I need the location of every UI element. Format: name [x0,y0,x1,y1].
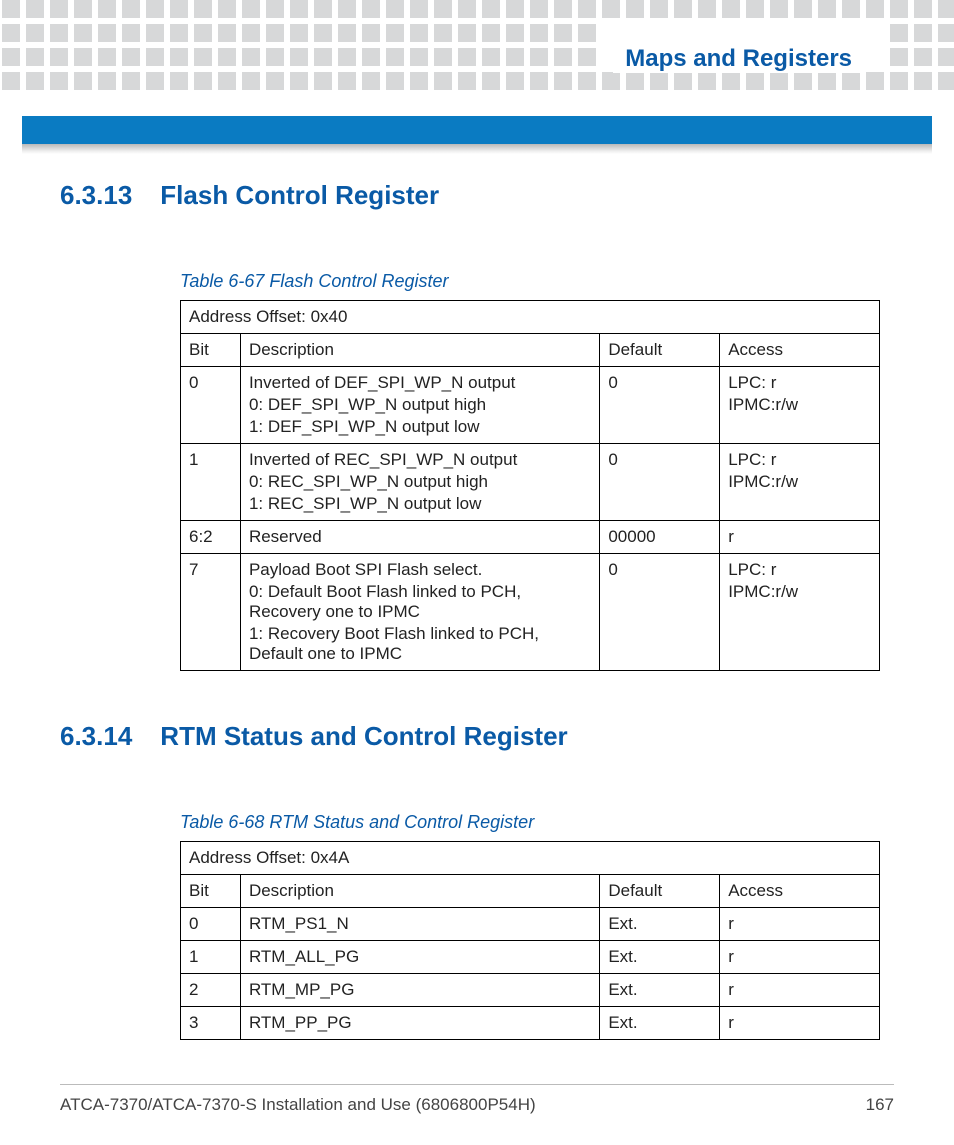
cell-description: Inverted of DEF_SPI_WP_N output 0: DEF_SP… [240,367,599,444]
access-line: IPMC:r/w [728,582,871,602]
table-row: 6:2 Reserved 00000 r [181,521,880,554]
table-row: 1 Inverted of REC_SPI_WP_N output 0: REC_S… [181,444,880,521]
cell-description: Reserved [240,521,599,554]
section-title: RTM Status and Control Register [160,721,567,752]
table-row: 0 RTM_PS1_N Ext. r [181,908,880,941]
header-shadow [22,144,932,154]
access-line: r [728,980,734,999]
th-description: Description [240,334,599,367]
desc-sub: 0: DEF_SPI_WP_N output high [249,395,591,415]
rtm-status-register-table: Address Offset: 0x4A Bit Description Def… [180,841,880,1040]
access-line: IPMC:r/w [728,472,871,492]
footer-doc-title: ATCA-7370/ATCA-7370-S Installation and U… [60,1095,536,1115]
cell-default: 00000 [600,521,720,554]
section-number: 6.3.14 [60,721,132,752]
cell-default: Ext. [600,908,720,941]
header-blue-bar [22,116,932,144]
cell-description: Inverted of REC_SPI_WP_N output 0: REC_SP… [240,444,599,521]
section-number: 6.3.13 [60,180,132,211]
access-line: r [728,1013,734,1032]
table-row: 7 Payload Boot SPI Flash select. 0: Defaul… [181,554,880,671]
cell-bit: 6:2 [181,521,241,554]
th-description: Description [240,875,599,908]
footer-page-number: 167 [866,1095,894,1115]
cell-bit: 1 [181,444,241,521]
section-heading-flash-control: 6.3.13 Flash Control Register [60,180,894,211]
section-heading-rtm-status: 6.3.14 RTM Status and Control Register [60,721,894,752]
address-offset-row: Address Offset: 0x40 [181,301,880,334]
cell-description: RTM_PP_PG [240,1007,599,1040]
table-caption-6-68: Table 6-68 RTM Status and Control Regist… [180,812,894,833]
table-header-row: Bit Description Default Access [181,875,880,908]
flash-control-register-table: Address Offset: 0x40 Bit Description Def… [180,300,880,671]
cell-description: Payload Boot SPI Flash select. 0: Default… [240,554,599,671]
access-line: LPC: r [728,373,776,392]
desc-main: Inverted of REC_SPI_WP_N output [249,450,517,469]
table-header-row: Bit Description Default Access [181,334,880,367]
table-row: 1 RTM_ALL_PG Ext. r [181,941,880,974]
address-offset: Address Offset: 0x4A [181,842,880,875]
address-offset-row: Address Offset: 0x4A [181,842,880,875]
th-default: Default [600,875,720,908]
cell-access: LPC: r IPMC:r/w [720,367,880,444]
th-access: Access [720,334,880,367]
cell-bit: 0 [181,367,241,444]
access-line: r [728,947,734,966]
page-footer: ATCA-7370/ATCA-7370-S Installation and U… [60,1084,894,1115]
desc-main: RTM_PS1_N [249,914,349,933]
cell-access: r [720,521,880,554]
cell-access: r [720,908,880,941]
cell-description: RTM_MP_PG [240,974,599,1007]
access-line: IPMC:r/w [728,395,871,415]
th-access: Access [720,875,880,908]
cell-default: 0 [600,554,720,671]
desc-sub: 1: Recovery Boot Flash linked to PCH, De… [249,624,591,664]
desc-main: Inverted of DEF_SPI_WP_N output [249,373,515,392]
cell-bit: 2 [181,974,241,1007]
cell-default: Ext. [600,1007,720,1040]
desc-main: Payload Boot SPI Flash select. [249,560,482,579]
desc-main: RTM_MP_PG [249,980,355,999]
cell-access: LPC: r IPMC:r/w [720,444,880,521]
chapter-title: Maps and Registers [613,45,864,73]
cell-default: 0 [600,367,720,444]
cell-access: r [720,974,880,1007]
cell-description: RTM_PS1_N [240,908,599,941]
th-default: Default [600,334,720,367]
cell-default: Ext. [600,941,720,974]
desc-sub: 0: Default Boot Flash linked to PCH, Rec… [249,582,591,622]
desc-sub: 1: REC_SPI_WP_N output low [249,494,591,514]
cell-access: r [720,941,880,974]
access-line: LPC: r [728,560,776,579]
access-line: LPC: r [728,450,776,469]
cell-access: r [720,1007,880,1040]
desc-sub: 0: REC_SPI_WP_N output high [249,472,591,492]
desc-main: RTM_PP_PG [249,1013,352,1032]
cell-access: LPC: r IPMC:r/w [720,554,880,671]
cell-default: Ext. [600,974,720,1007]
th-bit: Bit [181,875,241,908]
cell-default: 0 [600,444,720,521]
th-bit: Bit [181,334,241,367]
cell-description: RTM_ALL_PG [240,941,599,974]
cell-bit: 7 [181,554,241,671]
cell-bit: 3 [181,1007,241,1040]
cell-bit: 0 [181,908,241,941]
access-line: r [728,914,734,933]
page-content: 6.3.13 Flash Control Register Table 6-67… [60,180,894,1090]
desc-sub: 1: DEF_SPI_WP_N output low [249,417,591,437]
table-row: 0 Inverted of DEF_SPI_WP_N output 0: DEF_S… [181,367,880,444]
table-row: 2 RTM_MP_PG Ext. r [181,974,880,1007]
desc-main: RTM_ALL_PG [249,947,359,966]
table-caption-6-67: Table 6-67 Flash Control Register [180,271,894,292]
access-line: r [728,527,734,546]
cell-bit: 1 [181,941,241,974]
desc-main: Reserved [249,527,322,546]
address-offset: Address Offset: 0x40 [181,301,880,334]
table-row: 3 RTM_PP_PG Ext. r [181,1007,880,1040]
section-title: Flash Control Register [160,180,439,211]
